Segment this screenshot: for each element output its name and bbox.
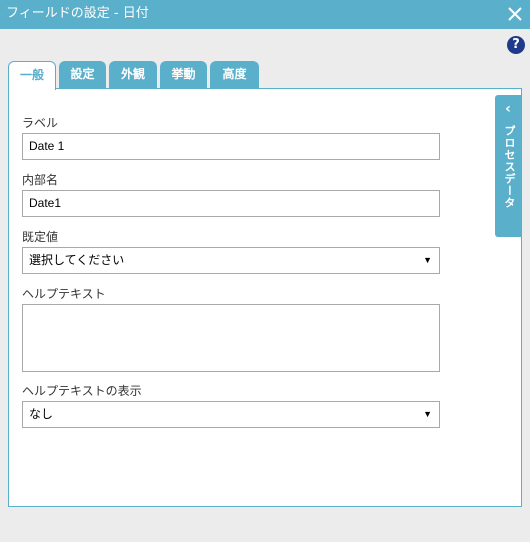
close-icon bbox=[508, 7, 522, 21]
help-icon[interactable]: ? bbox=[507, 36, 525, 54]
process-data-tab[interactable]: ‹ プロセスデータ bbox=[495, 95, 521, 237]
label-caption: ラベル bbox=[22, 116, 59, 130]
title-bar: フィールドの設定 - 日付 bbox=[0, 0, 530, 29]
general-panel: ラベル Date 1 内部名 Date1 既定値 選択してください ▼ ヘルプテ… bbox=[8, 88, 522, 507]
window-title: フィールドの設定 - 日付 bbox=[6, 6, 149, 21]
dropdown-arrow-icon: ▼ bbox=[423, 255, 432, 265]
chevron-left-icon: ‹ bbox=[505, 101, 511, 117]
default-value-text: 選択してください bbox=[29, 253, 125, 267]
tab-behavior[interactable]: 挙動 bbox=[160, 61, 207, 89]
help-display-caption: ヘルプテキストの表示 bbox=[22, 384, 142, 398]
default-value-select[interactable]: 選択してください ▼ bbox=[22, 247, 440, 274]
tab-settings[interactable]: 設定 bbox=[59, 61, 106, 89]
default-value-caption: 既定値 bbox=[22, 230, 59, 244]
internal-name-caption: 内部名 bbox=[22, 173, 59, 187]
label-input[interactable]: Date 1 bbox=[22, 133, 440, 160]
close-button[interactable] bbox=[504, 3, 526, 25]
tab-general[interactable]: 一般 bbox=[8, 61, 56, 90]
tab-appearance[interactable]: 外観 bbox=[109, 61, 157, 89]
help-display-select[interactable]: なし ▼ bbox=[22, 401, 440, 428]
help-text-caption: ヘルプテキスト bbox=[22, 287, 106, 301]
dropdown-arrow-icon: ▼ bbox=[423, 409, 432, 419]
process-data-label: プロセスデータ bbox=[503, 125, 516, 209]
help-display-text: なし bbox=[29, 407, 54, 421]
help-text-textarea[interactable] bbox=[22, 304, 440, 372]
tab-advanced[interactable]: 高度 bbox=[210, 61, 259, 89]
internal-name-input[interactable]: Date1 bbox=[22, 190, 440, 217]
